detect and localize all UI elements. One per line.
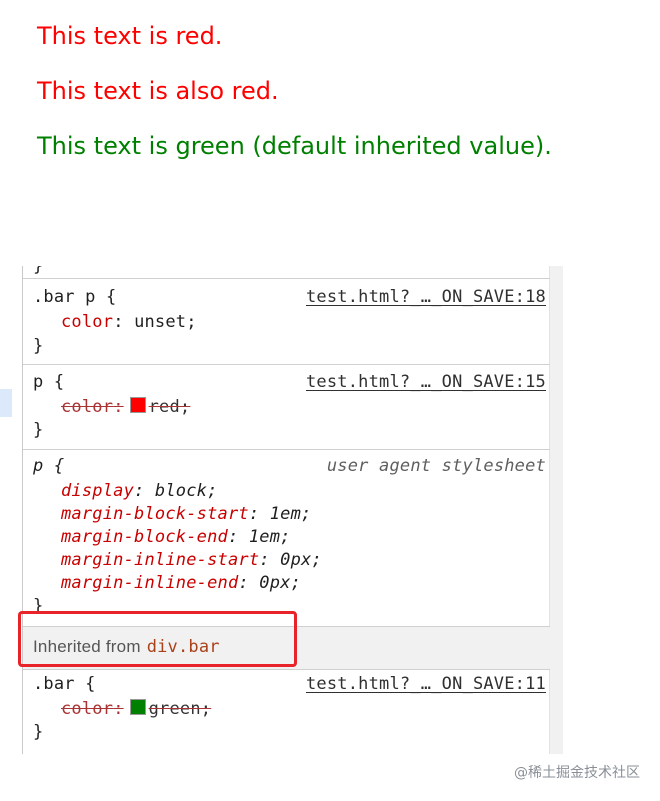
styles-panel: } .bar p { test.html?_…_ON_SAVE:18 color… (22, 266, 563, 754)
property-name[interactable]: color (61, 397, 113, 417)
overridden-declaration-color[interactable]: color: red; (61, 397, 190, 417)
declaration-display[interactable]: display: block; (61, 481, 218, 501)
declaration-margin-inline-start[interactable]: margin-inline-start: 0px; (61, 550, 322, 570)
color-swatch-icon[interactable] (129, 699, 146, 715)
previous-rule-end: } (23, 266, 550, 279)
preview-also-red-text: This text is also red. (37, 77, 279, 105)
rule-selector[interactable]: .bar p { (33, 287, 116, 307)
preview-red-text: This text is red. (37, 22, 223, 50)
overridden-declaration-color[interactable]: color: green; (61, 699, 211, 719)
declaration-color[interactable]: color: unset; (61, 312, 197, 332)
property-value[interactable]: unset; (134, 312, 197, 332)
preview-green-text: This text is green (default inherited va… (37, 132, 552, 160)
declaration-margin-block-end[interactable]: margin-block-end: 1em; (61, 527, 291, 547)
watermark-text: @稀土掘金技术社区 (514, 765, 640, 781)
rule-close-brace: } (33, 420, 44, 440)
panel-scrollbar[interactable] (549, 266, 563, 754)
rule-source-link[interactable]: test.html?_…_ON_SAVE:15 (306, 372, 546, 392)
previous-rule-close-brace: } (33, 266, 44, 276)
rule-close-brace: } (33, 722, 44, 742)
annotation-highlight-box (18, 611, 297, 667)
selected-node-indicator (0, 389, 12, 417)
style-rule-p[interactable]: p { test.html?_…_ON_SAVE:15 color: red; } (23, 365, 550, 450)
rule-close-brace: } (33, 336, 44, 356)
property-name[interactable]: color (61, 699, 113, 719)
style-rule-bar-p[interactable]: .bar p { test.html?_…_ON_SAVE:18 color: … (23, 279, 550, 365)
declaration-margin-block-start[interactable]: margin-block-start: 1em; (61, 504, 311, 524)
declaration-margin-inline-end[interactable]: margin-inline-end: 0px; (61, 573, 301, 593)
property-name[interactable]: color (61, 312, 113, 332)
property-value[interactable]: red; (149, 397, 191, 417)
rule-selector[interactable]: p { (33, 372, 64, 392)
color-swatch-icon[interactable] (129, 397, 146, 413)
rule-selector[interactable]: p { (33, 456, 64, 476)
style-rule-bar[interactable]: .bar { test.html?_…_ON_SAVE:11 color: gre… (23, 670, 550, 754)
rule-selector[interactable]: .bar { (33, 674, 96, 694)
rule-source-user-agent: user agent stylesheet (326, 456, 546, 476)
rule-source-link[interactable]: test.html?_…_ON_SAVE:11 (306, 674, 546, 694)
property-value[interactable]: green; (149, 699, 212, 719)
style-rule-user-agent[interactable]: p { user agent stylesheet display: block… (23, 450, 550, 627)
rule-source-link[interactable]: test.html?_…_ON_SAVE:18 (306, 287, 546, 307)
